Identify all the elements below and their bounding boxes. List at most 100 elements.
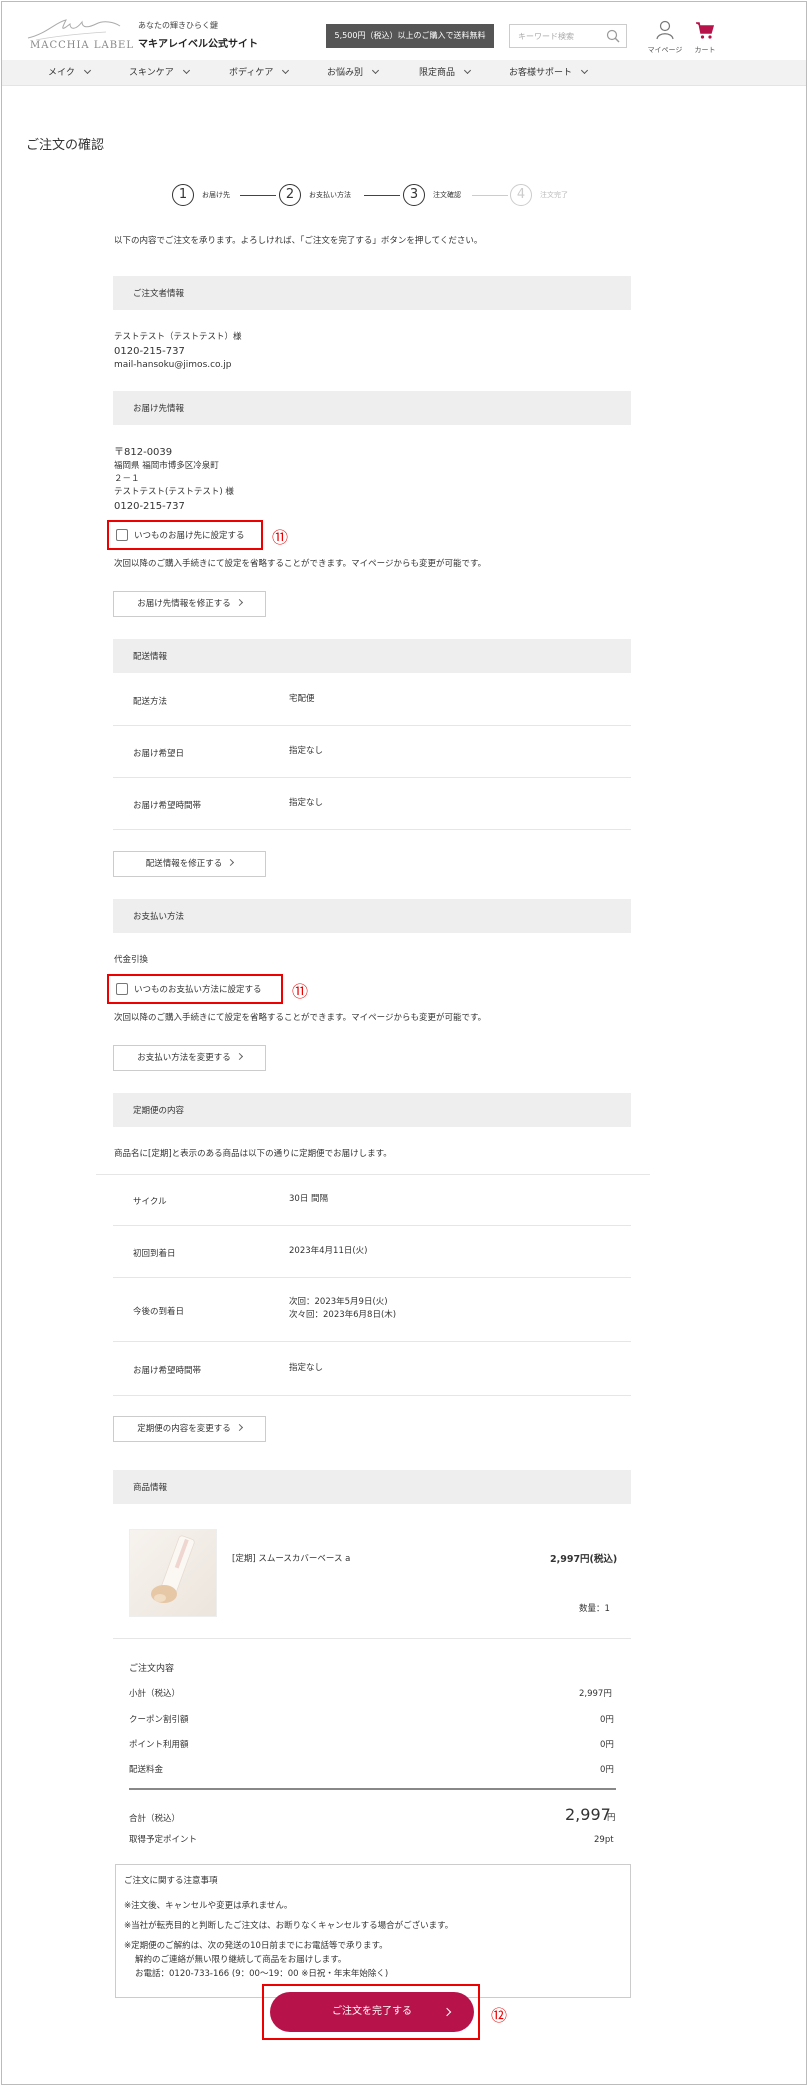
search-input[interactable] [510, 25, 600, 47]
payment-method: 代金引換 [114, 955, 149, 965]
step-connector [240, 195, 276, 196]
section-delivery: お届け先情報 [113, 391, 631, 425]
summary-label: ポイント利用額 [129, 1740, 189, 1750]
subscription-row: お届け希望時間帯 指定なし [113, 1342, 631, 1396]
cart-label: カート [694, 46, 716, 54]
summary-value: 0円 [600, 1740, 614, 1750]
delivery-address: 福岡県 福岡市博多区冷泉町 [114, 461, 219, 471]
checkbox-square[interactable] [116, 529, 128, 541]
summary-value: 0円 [600, 1715, 614, 1725]
chevron-right-icon [235, 1423, 243, 1432]
annotation-11: ⑪ [292, 982, 309, 1001]
order-confirmation-page: MACCHIA LABEL あなたの輝きひらく鍵 マキアレイベル公式サイト 5,… [1, 1, 807, 2085]
global-nav: メイク スキンケア ボディケア お悩み別 限定商品 お客様サポート [2, 60, 806, 86]
orderer-email: mail-hansoku@jimos.co.jp [114, 360, 232, 370]
chevron-down-icon [371, 66, 380, 75]
summary-value: 0円 [600, 1765, 614, 1775]
site-logo[interactable]: MACCHIA LABEL [26, 14, 133, 54]
edit-shipping-button[interactable]: 配送情報を修正する [113, 851, 266, 877]
product-tube-icon [151, 1535, 195, 1603]
chevron-down-icon [182, 66, 190, 75]
subscription-row: サイクル 30日 間隔 [113, 1174, 631, 1226]
section-payment: お支払い方法 [113, 899, 631, 933]
change-payment-button[interactable]: お支払い方法を変更する [113, 1045, 266, 1071]
total-value: 2,997 [565, 1805, 611, 1824]
chevron-right-icon [235, 1052, 243, 1061]
site-name: マキアレイベル公式サイト [138, 39, 258, 50]
notice-line: 解約のご連絡が無い限り継続して商品をお届けします。 [135, 1955, 347, 1965]
chevron-down-icon [463, 66, 472, 75]
subscription-row: 今後の到着日 次回：2023年5月9日(火) 次々回：2023年6月8日(木) [113, 1278, 631, 1342]
notice-heading: ご注文に関する注意事項 [124, 1876, 218, 1886]
default-payment-checkbox[interactable]: いつものお支払い方法に設定する [107, 974, 283, 1004]
notice-line: ※注文後、キャンセルや変更は承れません。 [124, 1901, 293, 1911]
delivery-name: テストテスト(テストテスト) 様 [114, 487, 234, 497]
section-product: 商品情報 [113, 1470, 631, 1504]
intro-text: 以下の内容でご注文を承ります。よろしければ、「ご注文を完了する」ボタンを押してく… [114, 236, 483, 246]
mypage-link[interactable]: マイページ [645, 20, 685, 55]
cart-icon [696, 22, 715, 39]
nav-item-makeup[interactable]: メイク [48, 60, 91, 86]
summary-label: クーポン割引額 [129, 1715, 189, 1725]
orderer-name: テストテスト（テストテスト）様 [114, 332, 242, 342]
step-connector [364, 195, 400, 196]
points-label: 取得予定ポイント [129, 1835, 198, 1845]
delivery-postal: 〒812-0039 [114, 447, 173, 458]
divider [113, 1638, 631, 1639]
checkbox-square[interactable] [116, 983, 128, 995]
shipping-row: お届け希望日 指定なし [113, 726, 631, 778]
chevron-down-icon [83, 66, 91, 75]
nav-item-limited[interactable]: 限定商品 [419, 60, 472, 86]
tagline: あなたの輝きひらく鍵 [138, 21, 218, 30]
nav-item-bodycare[interactable]: ボディケア [229, 60, 290, 86]
site-header: MACCHIA LABEL あなたの輝きひらく鍵 マキアレイベル公式サイト 5,… [2, 2, 806, 60]
chevron-down-icon [580, 66, 589, 75]
shipping-row: お届け希望時間帯 指定なし [113, 778, 631, 830]
mypage-label: マイページ [647, 46, 683, 54]
subscription-note: 商品名に[定期]と表示のある商品は以下の通りに定期便でお届けします。 [114, 1149, 392, 1159]
subscription-row: 初回到着日 2023年4月11日(火) [113, 1226, 631, 1278]
delivery-phone: 0120-215-737 [114, 501, 185, 512]
user-icon [656, 20, 674, 40]
notice-line: お電話：0120-733-166 (9：00〜19：00 ※日祝・年末年始除く) [135, 1969, 389, 1979]
nav-item-support[interactable]: お客様サポート [509, 60, 589, 86]
section-shipping: 配送情報 [113, 639, 631, 673]
notice-line: ※当社が転売目的と判断したご注文は、お断りなくキャンセルする場合がございます。 [124, 1921, 454, 1931]
edit-delivery-button[interactable]: お届け先情報を修正する [113, 591, 266, 617]
total-label: 合計（税込） [129, 1814, 181, 1824]
edit-subscription-button[interactable]: 定期便の内容を変更する [113, 1416, 266, 1442]
default-address-checkbox[interactable]: いつものお届け先に設定する [107, 520, 263, 550]
nav-item-concerns[interactable]: お悩み別 [327, 60, 380, 86]
orderer-phone: 0120-215-737 [114, 346, 185, 357]
nav-item-skincare[interactable]: スキンケア [129, 60, 190, 86]
logo-text: MACCHIA LABEL [30, 40, 134, 51]
step-connector [472, 195, 508, 196]
summary-label: 小計（税込） [129, 1689, 181, 1699]
summary-divider [129, 1788, 616, 1790]
product-price: 2,997円(税込) [550, 1554, 618, 1565]
product-quantity: 数量：1 [579, 1604, 610, 1614]
section-subscription: 定期便の内容 [113, 1093, 631, 1127]
chevron-right-icon [235, 598, 243, 607]
search-box [509, 24, 627, 48]
annotation-11: ⑪ [272, 528, 289, 547]
cart-link[interactable]: カート [690, 20, 720, 55]
shipping-row: 配送方法 宅配便 [113, 674, 631, 726]
complete-order-button[interactable]: ご注文を完了する [270, 1992, 474, 2032]
order-notice: ご注文に関する注意事項 ※注文後、キャンセルや変更は承れません。 ※当社が転売目… [115, 1864, 631, 1998]
summary-heading: ご注文内容 [129, 1664, 175, 1674]
page-title: ご注文の確認 [26, 138, 105, 153]
product-name[interactable]: [定期] スムースカバーベース a [232, 1553, 350, 1566]
summary-label: 配送料金 [129, 1765, 164, 1775]
chevron-down-icon [282, 66, 290, 75]
delivery-address2: ２－１ [114, 474, 140, 484]
product-image[interactable] [129, 1529, 217, 1617]
shipping-banner[interactable]: 5,500円（税込）以上のご購入で送料無料 [326, 24, 494, 48]
chevron-right-icon [227, 858, 235, 867]
search-icon[interactable] [606, 29, 620, 43]
logo-swirl-icon [27, 19, 121, 41]
notice-line: ※定期便のご解約は、次の発送の10日前までにお電話等で承ります。 [124, 1941, 388, 1951]
total-unit: 円 [607, 1813, 616, 1823]
payment-note: 次回以降のご購入手続きにて設定を省略することができます。マイページからも変更が可… [114, 1013, 487, 1023]
delivery-note: 次回以降のご購入手続きにて設定を省略することができます。マイページからも変更が可… [114, 559, 487, 569]
